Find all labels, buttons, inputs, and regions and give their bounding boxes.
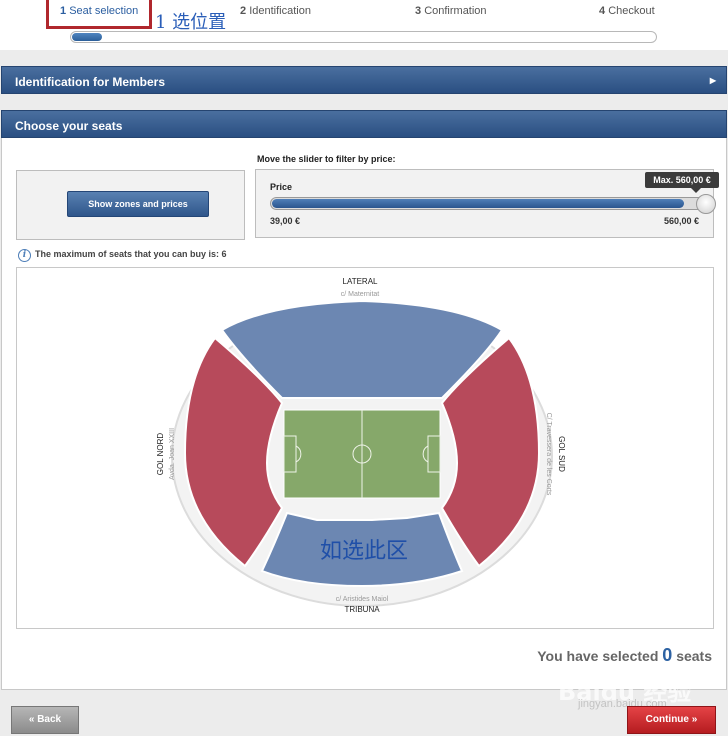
- step-highlight-box: [46, 0, 152, 29]
- max-price: 560,00 €: [663, 216, 699, 226]
- seats-section-header: Choose your seats: [1, 110, 727, 138]
- seats-header-title: Choose your seats: [15, 119, 123, 133]
- label-lateral-street: c/ Maternitat: [341, 291, 380, 298]
- step-label: Checkout: [608, 5, 655, 17]
- progress-fill: [72, 33, 102, 41]
- selected-prefix: You have selected: [537, 648, 659, 664]
- annotation-zone: 如选此区: [320, 539, 408, 564]
- seats-panel: Show zones and prices Move the slider to…: [1, 138, 727, 690]
- step-identification[interactable]: 2 Identification: [240, 5, 311, 17]
- info-icon: i: [18, 249, 31, 262]
- label-tribuna-street: c/ Aristides Maiol: [336, 596, 389, 603]
- step-number: 3: [415, 5, 422, 17]
- checkout-steps: 1 Seat selection 2 Identification 3 Conf…: [0, 0, 728, 50]
- selected-seats-summary: You have selected 0 seats: [537, 645, 712, 666]
- stadium-map: LATERAL c/ Maternitat TRIBUNA c/ Aristid…: [16, 267, 714, 629]
- expand-arrow-icon[interactable]: ▶: [710, 76, 716, 85]
- label-gol-sud-street: C/ Travessera de les Corts: [545, 413, 552, 496]
- back-button[interactable]: « Back: [11, 706, 79, 734]
- label-gol-sud: GOL SUD: [557, 436, 566, 472]
- label-gol-nord: GOL NORD: [156, 433, 165, 476]
- slider-handle[interactable]: [696, 194, 716, 214]
- continue-button[interactable]: Continue »: [627, 706, 716, 734]
- price-label: Price: [270, 182, 293, 192]
- price-slider[interactable]: [270, 194, 716, 214]
- slider-title: Move the slider to filter by price:: [257, 154, 396, 164]
- step-confirmation[interactable]: 3 Confirmation: [415, 5, 487, 17]
- step-number: 4: [599, 5, 606, 17]
- step-checkout[interactable]: 4 Checkout: [599, 5, 655, 17]
- price-slider-box: Price 39,00 € 560,00 € Max. 560,00 €: [255, 169, 719, 238]
- show-zones-button[interactable]: Show zones and prices: [67, 191, 209, 217]
- max-price-tooltip: Max. 560,00 €: [645, 172, 719, 193]
- label-tribuna: TRIBUNA: [344, 605, 380, 614]
- progress-bar: [70, 31, 657, 43]
- stadium-svg: LATERAL c/ Maternitat TRIBUNA c/ Aristid…: [156, 277, 566, 614]
- members-header-title: Identification for Members: [15, 75, 166, 89]
- slider-fill: [272, 199, 684, 208]
- label-lateral: LATERAL: [343, 277, 379, 286]
- zones-box: Show zones and prices: [16, 170, 245, 240]
- step-label: Identification: [249, 5, 311, 17]
- max-seats-text: The maximum of seats that you can buy is…: [35, 249, 227, 259]
- min-price: 39,00 €: [270, 216, 301, 226]
- step-label: Confirmation: [424, 5, 487, 17]
- label-gol-nord-street: Avda. Joan XXIII: [169, 428, 176, 480]
- selected-suffix: seats: [676, 648, 712, 664]
- members-section-header[interactable]: Identification for Members ▶: [1, 66, 727, 94]
- selected-count: 0: [662, 645, 673, 665]
- max-seats-notice: i The maximum of seats that you can buy i…: [18, 249, 227, 262]
- step-number: 2: [240, 5, 247, 17]
